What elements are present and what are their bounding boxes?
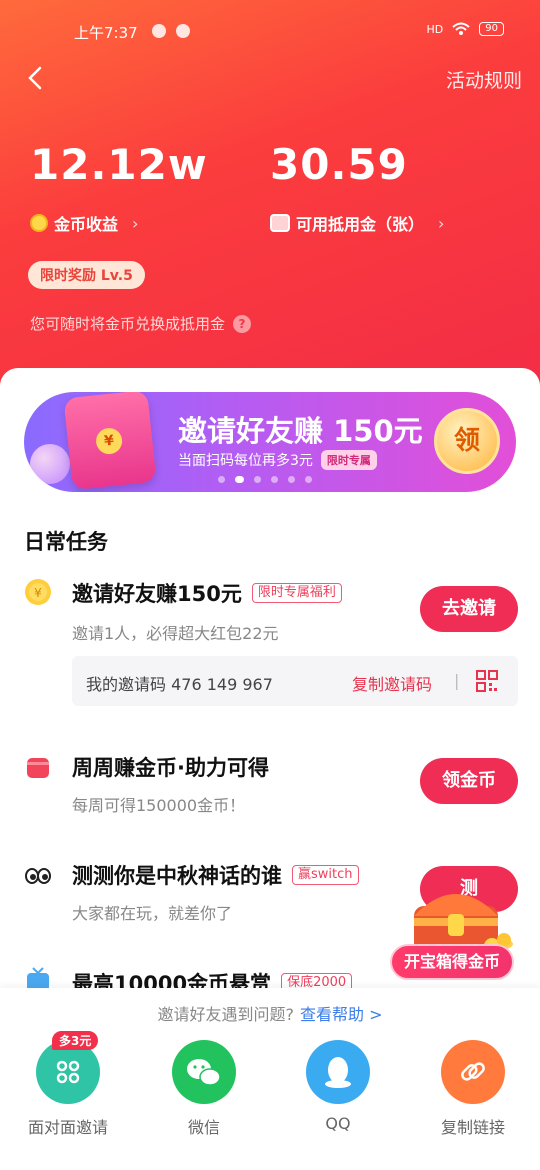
tip-text: 您可随时将金币兑换成抵用金 xyxy=(30,315,226,333)
invite-code-box: 我的邀请码 476 149 967 复制邀请码 | xyxy=(72,656,518,706)
banner-subtitle-row: 当面扫码每位再多3元 限时专属 xyxy=(178,450,377,470)
share-label: QQ xyxy=(325,1114,351,1133)
exchange-tip: 您可随时将金币兑换成抵用金 ? xyxy=(30,313,252,334)
vouchers-value: 30.59 xyxy=(270,140,408,189)
carousel-dot[interactable] xyxy=(235,476,244,483)
chevron-right-icon: › xyxy=(438,213,445,233)
qq-icon xyxy=(325,1057,351,1088)
eyes-icon xyxy=(25,868,51,884)
claim-coins-button[interactable]: 领金币 xyxy=(420,758,518,804)
coin-icon: ¥ xyxy=(25,579,51,605)
link-icon xyxy=(461,1062,485,1081)
status-right: HD 90 xyxy=(427,22,504,36)
vouchers-label: 可用抵用金（张） xyxy=(296,215,425,234)
section-title: 日常任务 xyxy=(24,530,108,554)
activity-rules-link[interactable]: 活动规则 xyxy=(446,66,522,93)
voucher-icon xyxy=(270,214,290,232)
task-desc: 每周可得150000金币！ xyxy=(72,796,246,815)
coins-income-link[interactable]: 金币收益 › xyxy=(30,211,138,235)
task-title-text: 周周赚金币·助力可得 xyxy=(72,756,269,780)
chevron-right-icon: › xyxy=(132,213,139,233)
svg-text:¥: ¥ xyxy=(34,586,42,600)
carousel-dot[interactable] xyxy=(271,476,278,483)
bubble-decoration xyxy=(30,444,70,484)
battery-indicator: 90 xyxy=(479,22,504,36)
carousel-dot[interactable] xyxy=(218,476,225,483)
banner-tag: 限时专属 xyxy=(320,450,377,470)
task-desc: 大家都在玩，就差你了 xyxy=(72,904,233,923)
status-time: 上午7:37 xyxy=(74,24,138,42)
divider: | xyxy=(454,671,460,690)
invite-code-text: 我的邀请码 476 149 967 xyxy=(86,675,273,694)
help-icon[interactable]: ? xyxy=(233,314,252,333)
wechat-share-button[interactable] xyxy=(172,1040,236,1104)
status-bar: 上午7:37 HD 90 xyxy=(0,22,540,44)
header-background xyxy=(0,0,540,400)
task-desc: 邀请1人，必得超大红包22元 xyxy=(72,624,279,643)
red-envelope-icon xyxy=(63,392,157,491)
task-title-text: 测测你是中秋神话的谁 xyxy=(72,864,282,888)
task-tag: 限时专属福利 xyxy=(251,583,342,603)
copy-link-button[interactable] xyxy=(441,1040,505,1104)
help-text: 邀请好友遇到问题? xyxy=(157,1005,295,1024)
invite-button[interactable]: 去邀请 xyxy=(420,586,518,632)
wechat-icon xyxy=(187,1059,221,1086)
carousel-dots xyxy=(218,476,312,483)
copy-code-button[interactable]: 复制邀请码 xyxy=(352,671,432,695)
share-label: 复制链接 xyxy=(440,1118,505,1137)
reward-level-badge: 限时奖励 Lv.5 xyxy=(28,261,145,289)
carousel-dot[interactable] xyxy=(288,476,295,483)
notification-icon xyxy=(176,24,190,38)
banner-title: 邀请好友赚 150元 xyxy=(178,414,423,448)
wallet-icon xyxy=(27,758,49,778)
qq-share-button[interactable] xyxy=(306,1040,370,1104)
task-title: 周周赚金币·助力可得 xyxy=(72,752,269,782)
share-label: 微信 xyxy=(187,1118,220,1137)
bonus-badge: 多3元 xyxy=(52,1031,99,1050)
task-title: 邀请好友赚150元 限时专属福利 xyxy=(72,578,342,608)
share-label: 面对面邀请 xyxy=(27,1118,108,1137)
carousel-dot[interactable] xyxy=(254,476,261,483)
carousel-dot[interactable] xyxy=(305,476,312,483)
coins-label: 金币收益 xyxy=(54,215,119,234)
banner-subtitle: 当面扫码每位再多3元 xyxy=(178,453,313,469)
task-title: 测测你是中秋神话的谁 赢switch xyxy=(72,860,359,890)
vouchers-link[interactable]: 可用抵用金（张） › xyxy=(270,211,444,235)
notification-icon xyxy=(152,24,166,38)
help-link[interactable]: 查看帮助 > xyxy=(300,1005,383,1024)
open-chest-button[interactable]: 开宝箱得金币 xyxy=(390,944,514,980)
wifi-icon xyxy=(452,22,470,35)
qr-code-icon[interactable] xyxy=(476,670,498,692)
task-title-text: 邀请好友赚150元 xyxy=(72,582,242,606)
help-row: 邀请好友遇到问题? 查看帮助 > xyxy=(0,1001,540,1025)
coin-icon xyxy=(30,214,48,232)
back-arrow-icon[interactable] xyxy=(22,64,50,92)
task-tag: 赢switch xyxy=(292,865,359,885)
coins-value: 12.12w xyxy=(30,140,208,189)
signal-icon: HD xyxy=(426,22,444,36)
claim-button[interactable]: 领 xyxy=(434,408,500,474)
